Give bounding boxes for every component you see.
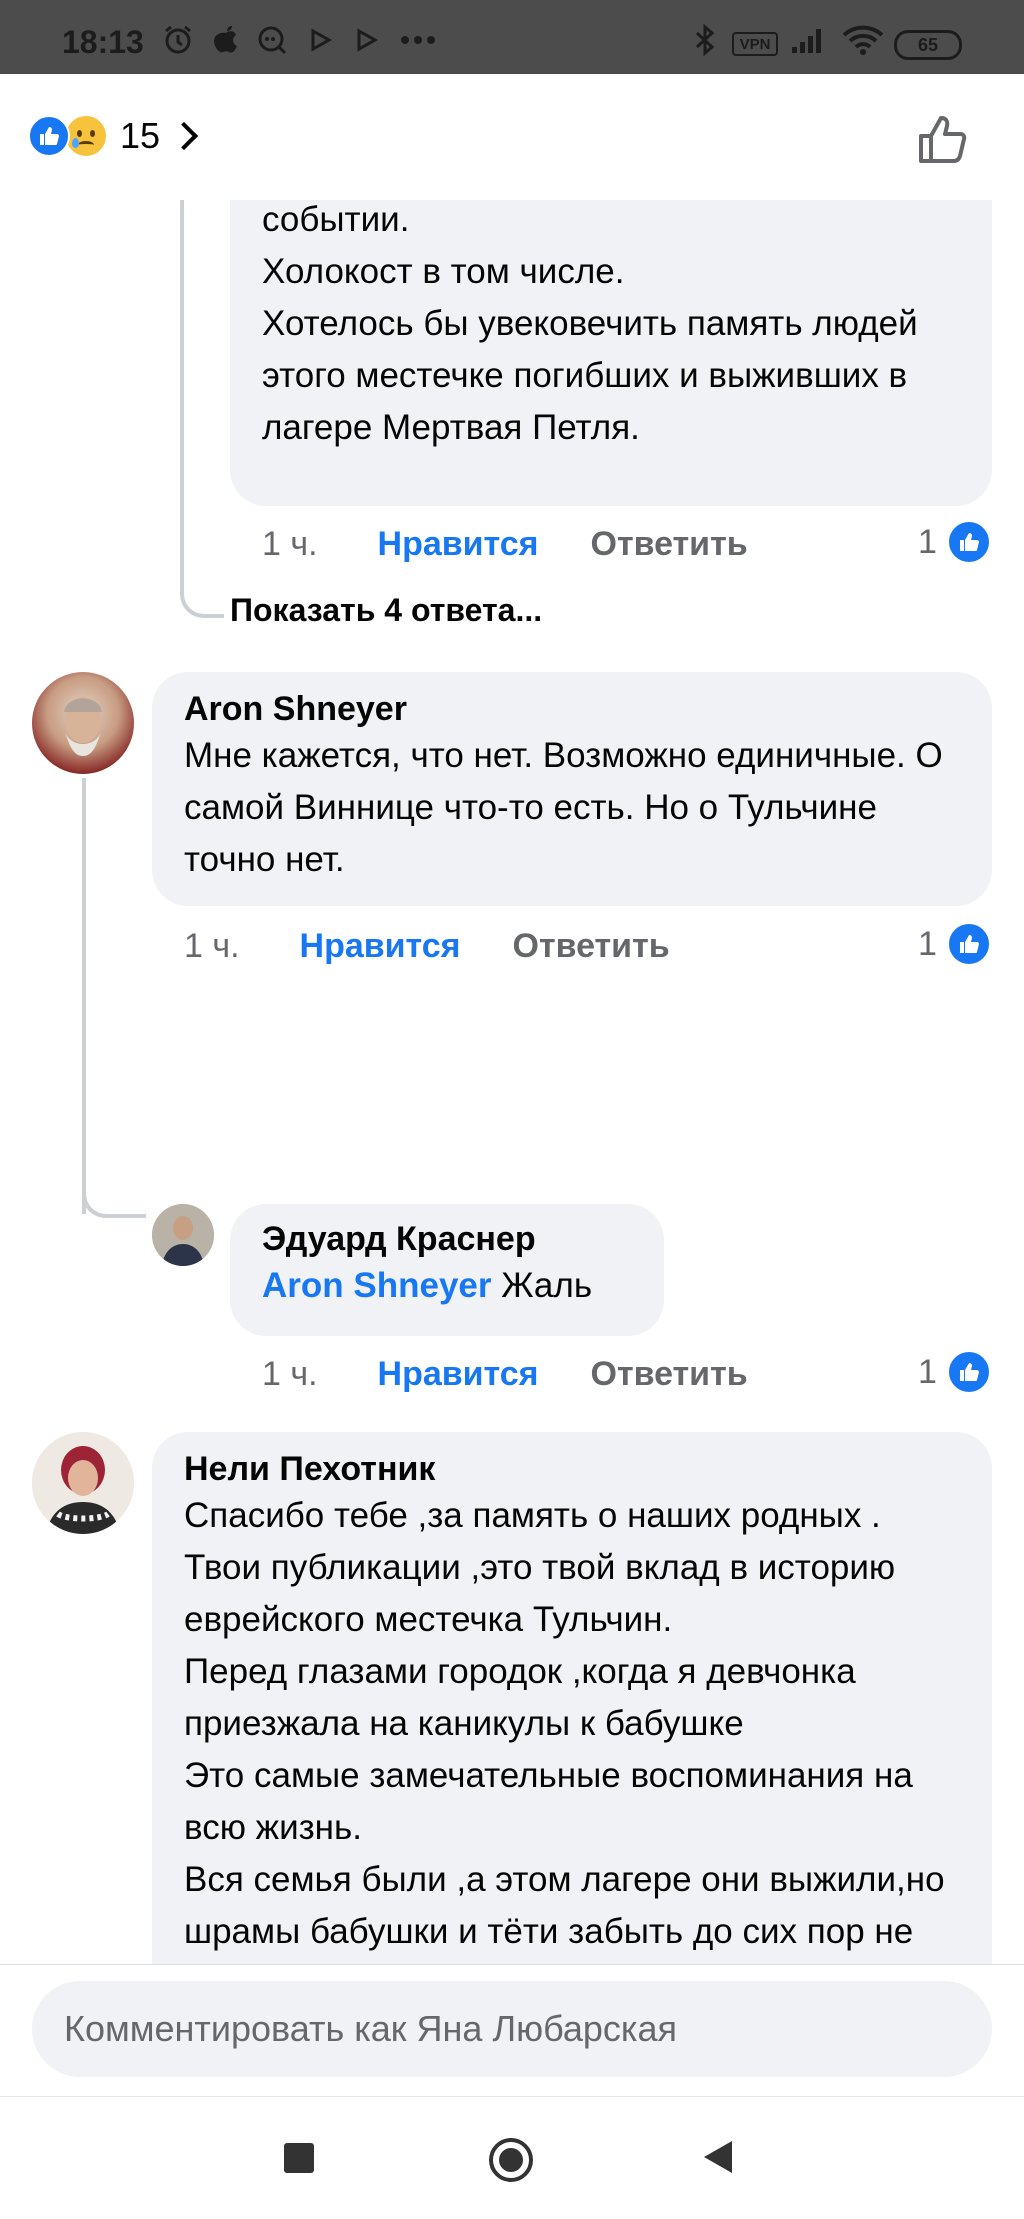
thread-line — [82, 778, 86, 1214]
comment-actions: 1 ч. Нравится Ответить — [262, 1350, 748, 1398]
comment-time: 1 ч. — [184, 926, 240, 965]
play-outline-icon — [356, 25, 378, 55]
like-count-value: 1 — [918, 924, 937, 963]
comment-bubble: Нели Пехотник Спасибо тебе ,за память о … — [152, 1432, 992, 1964]
comment-bubble: событии. Холокост в том числе. Хотелось … — [230, 200, 992, 506]
avatar[interactable] — [32, 1432, 134, 1534]
reactions-header: 15 — [0, 74, 1024, 200]
more-dots-icon — [400, 25, 436, 55]
like-count-value: 1 — [918, 1352, 937, 1391]
like-icon — [946, 1350, 991, 1394]
chat-bubble-icon — [256, 25, 288, 55]
show-replies-link[interactable]: Показать 4 ответа... — [230, 592, 542, 629]
comment-text: Спасибо тебе ,за память о наших родных .… — [184, 1496, 945, 1951]
reply-button[interactable]: Ответить — [513, 927, 670, 966]
system-nav-bar — [0, 2096, 1024, 2219]
thread-line — [180, 200, 184, 595]
alarm-icon — [162, 25, 194, 55]
vpn-badge: VPN — [732, 32, 778, 56]
like-outline-icon[interactable] — [916, 112, 970, 166]
thread-elbow — [82, 1180, 146, 1218]
like-button[interactable]: Нравится — [378, 1355, 539, 1394]
avatar[interactable] — [152, 1204, 214, 1266]
reaction-count: 15 — [120, 115, 161, 156]
reply-button[interactable]: Ответить — [591, 525, 748, 564]
bluetooth-icon — [694, 24, 716, 56]
comment-time: 1 ч. — [262, 524, 318, 563]
status-bar: 18:13 VPN 65 — [0, 0, 1024, 74]
like-button[interactable]: Нравится — [300, 927, 461, 966]
avatar[interactable] — [32, 672, 134, 774]
apple-icon — [212, 25, 240, 55]
like-icon — [946, 922, 991, 966]
comment-author[interactable]: Эдуард Краснер — [262, 1218, 632, 1260]
play-icon — [310, 25, 332, 55]
like-count-value: 1 — [918, 522, 937, 561]
like-icon — [946, 520, 991, 564]
battery-indicator: 65 — [894, 30, 962, 60]
comment-author[interactable]: Aron Shneyer — [184, 688, 960, 730]
wifi-icon — [842, 25, 884, 55]
sad-icon — [64, 114, 108, 158]
reply-button[interactable]: Ответить — [591, 1355, 748, 1394]
reactions-summary[interactable]: 15 — [28, 114, 199, 158]
comment-actions: 1 ч. Нравится Ответить — [184, 922, 670, 970]
chevron-right-icon — [169, 121, 199, 151]
mention-link[interactable]: Aron Shneyer — [262, 1266, 492, 1305]
comment-like-count: 1 — [918, 1348, 991, 1396]
status-time: 18:13 — [62, 24, 144, 60]
comment-like-count: 1 — [918, 518, 991, 566]
like-icon — [28, 115, 70, 157]
comment-bubble: Aron Shneyer Мне кажется, что нет. Возмо… — [152, 672, 992, 906]
comment-input[interactable]: Комментировать как Яна Любарская — [32, 1981, 992, 2077]
like-button[interactable]: Нравится — [378, 525, 539, 564]
comment-text: событии. Холокост в том числе. Хотелось … — [262, 200, 918, 447]
comment-time: 1 ч. — [262, 1354, 318, 1393]
comments-feed[interactable]: событии. Холокост в том числе. Хотелось … — [0, 200, 1024, 1964]
signal-icon — [790, 25, 826, 55]
comment-actions: 1 ч. Нравится Ответить — [262, 520, 748, 568]
comment-composer-bar: Комментировать как Яна Любарская — [0, 1964, 1024, 2096]
back-triangle-icon[interactable] — [702, 2139, 734, 2180]
home-circle-icon[interactable] — [488, 2137, 534, 2188]
comment-text: Aron Shneyer Жаль — [262, 1260, 632, 1312]
thread-elbow — [180, 588, 224, 618]
comment-author[interactable]: Нели Пехотник — [184, 1448, 960, 1490]
comment-bubble: Эдуард Краснер Aron Shneyer Жаль — [230, 1204, 664, 1336]
comment-like-count: 1 — [918, 920, 991, 968]
comment-body: Жаль — [491, 1266, 593, 1305]
recents-square-icon[interactable] — [284, 2143, 314, 2178]
comment-text: Мне кажется, что нет. Возможно единичные… — [184, 736, 943, 879]
